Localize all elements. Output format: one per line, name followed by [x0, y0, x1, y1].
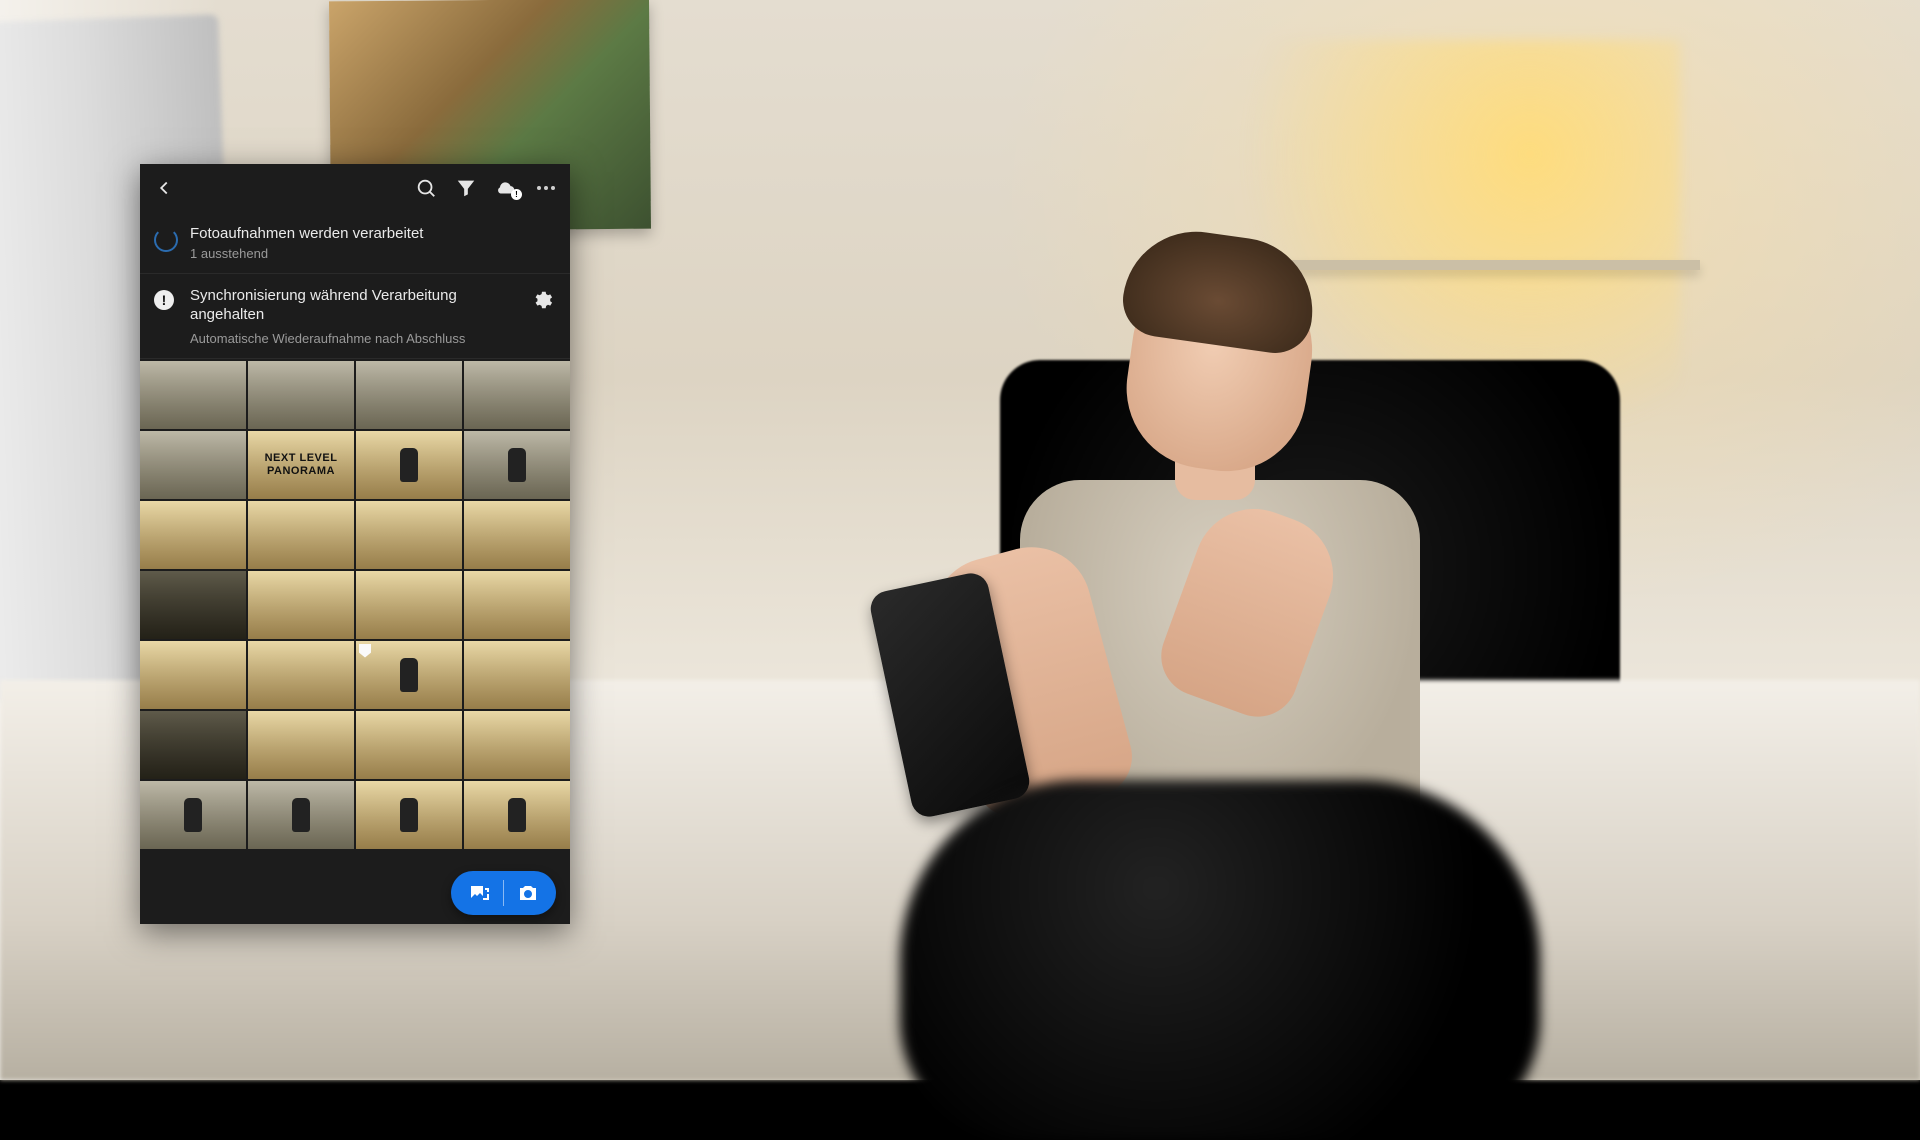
processing-title: Fotoaufnahmen werden verarbeitet	[190, 224, 554, 244]
photo-thumbnail[interactable]	[356, 781, 462, 849]
photo-thumbnail[interactable]	[356, 571, 462, 639]
warning-icon: !	[154, 290, 176, 312]
person-silhouette-icon	[508, 448, 526, 482]
thumbnail-overlay-text: NEXT LEVEL PANORAMA	[248, 431, 354, 499]
photo-thumbnail[interactable]: NEXT LEVEL PANORAMA	[248, 431, 354, 499]
bottom-bar	[140, 862, 570, 924]
photo-thumbnail[interactable]	[248, 571, 354, 639]
photo-thumbnail[interactable]	[356, 431, 462, 499]
photo-thumbnail[interactable]	[140, 571, 246, 639]
photo-thumbnail[interactable]	[140, 431, 246, 499]
person-silhouette-icon	[184, 798, 202, 832]
open-camera-button[interactable]	[504, 871, 552, 915]
search-icon	[415, 177, 437, 199]
more-button[interactable]	[532, 174, 560, 202]
photo-thumbnail[interactable]	[356, 361, 462, 429]
photo-thumbnail[interactable]	[140, 711, 246, 779]
funnel-icon	[455, 177, 477, 199]
person-silhouette	[960, 200, 1480, 880]
add-fab	[451, 871, 556, 915]
sync-settings-button[interactable]	[530, 288, 554, 312]
flag-icon	[359, 644, 371, 658]
photo-thumbnail[interactable]	[464, 501, 570, 569]
photo-thumbnail[interactable]	[464, 431, 570, 499]
person-silhouette-icon	[292, 798, 310, 832]
photo-thumbnail[interactable]	[356, 641, 462, 709]
phone-screen-overlay: ! Fotoaufnahmen werden verarbeitet 1 aus…	[140, 164, 570, 924]
person-silhouette-icon	[400, 658, 418, 692]
cloud-sync-button[interactable]: !	[492, 174, 520, 202]
spinner-icon	[154, 228, 176, 250]
cloud-badge: !	[511, 189, 522, 200]
photo-thumbnail[interactable]	[140, 361, 246, 429]
filter-button[interactable]	[452, 174, 480, 202]
photo-thumbnail[interactable]	[356, 501, 462, 569]
sync-paused-title: Synchronisierung während Verarbeitung an…	[190, 286, 516, 325]
person-silhouette-icon	[400, 798, 418, 832]
photo-thumbnail[interactable]	[248, 711, 354, 779]
add-photo-icon	[467, 881, 491, 905]
gear-icon	[531, 289, 553, 311]
more-horizontal-icon	[537, 186, 555, 190]
photo-thumbnail[interactable]	[248, 641, 354, 709]
person-silhouette-icon	[400, 448, 418, 482]
app-topbar: !	[140, 164, 570, 212]
photo-thumbnail[interactable]	[464, 711, 570, 779]
photo-thumbnail[interactable]	[140, 501, 246, 569]
photo-thumbnail[interactable]	[464, 361, 570, 429]
photo-thumbnail[interactable]	[248, 781, 354, 849]
photo-thumbnail[interactable]	[464, 641, 570, 709]
photo-thumbnail[interactable]	[464, 571, 570, 639]
photo-thumbnail[interactable]	[356, 711, 462, 779]
back-button[interactable]	[150, 174, 178, 202]
photo-thumbnail[interactable]	[464, 781, 570, 849]
foreground-camera-blur	[900, 780, 1540, 1140]
camera-icon	[516, 881, 540, 905]
photo-thumbnail[interactable]	[248, 361, 354, 429]
processing-subtitle: 1 ausstehend	[190, 246, 554, 261]
photo-thumbnail[interactable]	[140, 641, 246, 709]
sync-paused-banner[interactable]: ! Synchronisierung während Verarbeitung …	[140, 274, 570, 359]
import-photos-button[interactable]	[455, 871, 503, 915]
sync-paused-note: Automatische Wiederaufnahme nach Abschlu…	[190, 331, 516, 346]
photo-grid[interactable]: NEXT LEVEL PANORAMA	[140, 359, 570, 863]
photo-thumbnail[interactable]	[140, 781, 246, 849]
search-button[interactable]	[412, 174, 440, 202]
processing-banner[interactable]: Fotoaufnahmen werden verarbeitet 1 ausst…	[140, 212, 570, 274]
person-silhouette-icon	[508, 798, 526, 832]
chevron-left-icon	[153, 177, 175, 199]
photo-thumbnail[interactable]	[248, 501, 354, 569]
